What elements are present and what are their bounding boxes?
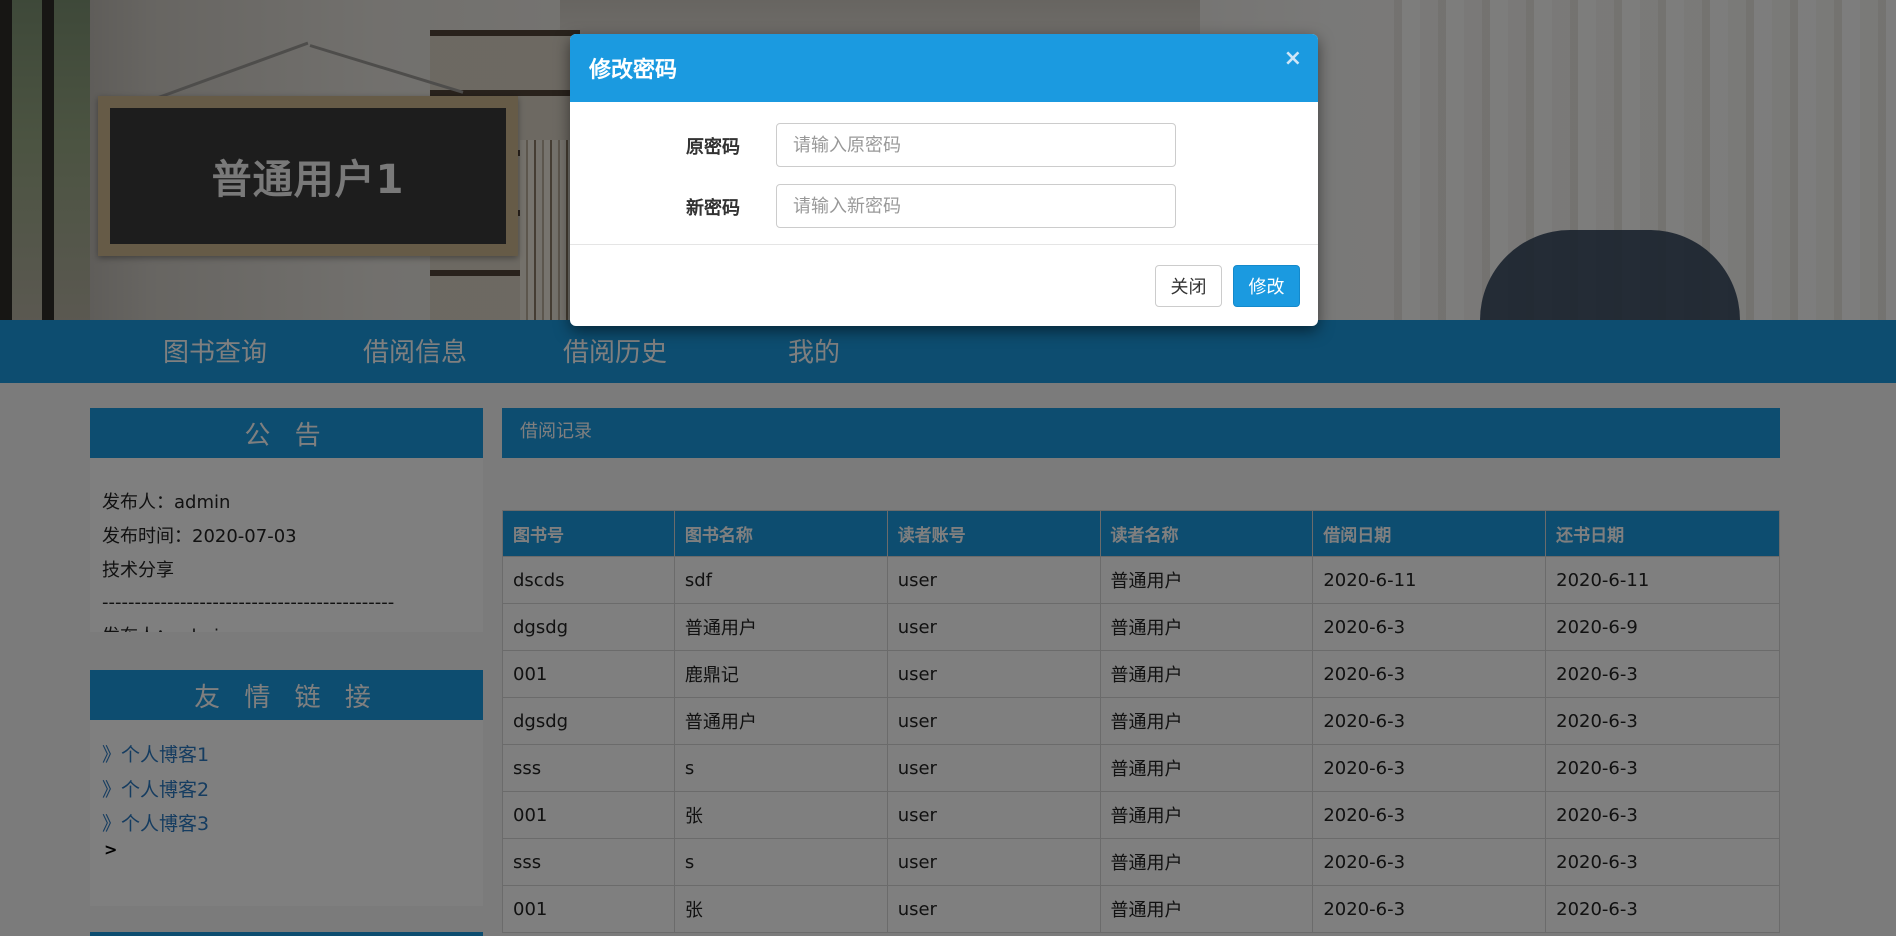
new-password-input[interactable] [776,184,1176,228]
new-password-label: 新密码 [686,198,740,219]
old-password-input[interactable] [776,123,1176,167]
modal-title: 修改密码 [589,58,678,83]
old-password-label: 原密码 [686,137,740,158]
close-icon[interactable]: × [1284,46,1302,71]
close-button[interactable]: 关闭 [1155,265,1222,307]
modal-divider [570,244,1318,245]
modal-header: 修改密码 × [570,34,1318,102]
submit-button[interactable]: 修改 [1233,265,1300,307]
change-password-modal: 修改密码 × 原密码 新密码 关闭 修改 [570,34,1318,326]
